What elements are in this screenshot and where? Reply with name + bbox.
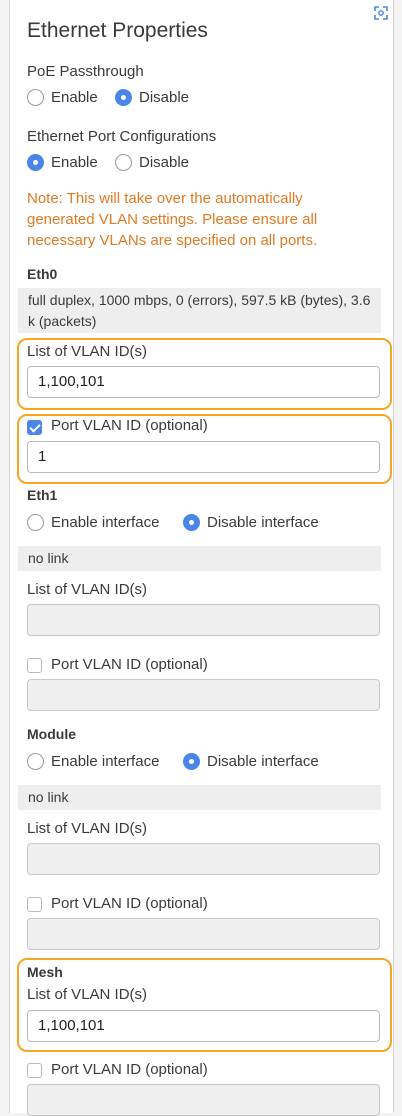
mesh-port-vlan-input[interactable] bbox=[27, 1084, 380, 1116]
module-vlan-label: List of VLAN ID(s) bbox=[27, 820, 148, 837]
mesh-heading: Mesh bbox=[27, 964, 63, 980]
eth1-heading: Eth1 bbox=[27, 487, 58, 503]
eth0-status: full duplex, 1000 mbps, 0 (errors), 597.… bbox=[18, 288, 381, 333]
eth0-vlan-label: List of VLAN ID(s) bbox=[27, 343, 148, 360]
port-config-label: Ethernet Port Configurations bbox=[27, 128, 217, 145]
port-config-disable-radio[interactable] bbox=[115, 154, 132, 171]
eth1-port-vlan-label[interactable]: Port VLAN ID (optional) bbox=[51, 656, 208, 673]
eth1-port-vlan-input[interactable] bbox=[27, 679, 380, 711]
module-port-vlan-label[interactable]: Port VLAN ID (optional) bbox=[51, 895, 208, 912]
poe-label: PoE Passthrough bbox=[27, 63, 144, 80]
eth0-heading: Eth0 bbox=[27, 266, 58, 282]
module-disable-label[interactable]: Disable interface bbox=[207, 753, 319, 770]
mesh-vlan-input[interactable]: 1,100,101 bbox=[27, 1010, 380, 1042]
module-port-vlan-checkbox[interactable] bbox=[27, 897, 42, 912]
eth0-port-vlan-input[interactable]: 1 bbox=[27, 441, 380, 473]
module-heading: Module bbox=[27, 726, 76, 742]
mesh-port-vlan-label[interactable]: Port VLAN ID (optional) bbox=[51, 1061, 208, 1078]
eth0-port-vlan-label[interactable]: Port VLAN ID (optional) bbox=[51, 417, 208, 434]
port-config-enable-label[interactable]: Enable bbox=[51, 154, 98, 171]
eth1-enable-radio[interactable] bbox=[27, 514, 44, 531]
eth0-port-vlan-checkbox[interactable] bbox=[27, 420, 42, 435]
eth1-vlan-label: List of VLAN ID(s) bbox=[27, 581, 148, 598]
port-config-disable-label[interactable]: Disable bbox=[139, 154, 189, 171]
poe-enable-radio[interactable] bbox=[27, 89, 44, 106]
eth1-enable-label[interactable]: Enable interface bbox=[51, 514, 159, 531]
eth1-port-vlan-checkbox[interactable] bbox=[27, 658, 42, 673]
panel-title: Ethernet Properties bbox=[27, 19, 208, 42]
poe-disable-label[interactable]: Disable bbox=[139, 89, 189, 106]
module-status: no link bbox=[18, 785, 381, 810]
poe-disable-radio[interactable] bbox=[115, 89, 132, 106]
eth1-disable-label[interactable]: Disable interface bbox=[207, 514, 319, 531]
port-config-enable-radio[interactable] bbox=[27, 154, 44, 171]
module-disable-radio[interactable] bbox=[183, 753, 200, 770]
eth1-vlan-input[interactable] bbox=[27, 604, 380, 636]
eth0-vlan-input[interactable]: 1,100,101 bbox=[27, 366, 380, 398]
module-port-vlan-input[interactable] bbox=[27, 918, 380, 950]
vlan-warning-note: Note: This will take over the automatica… bbox=[27, 190, 318, 249]
eth1-status: no link bbox=[18, 546, 381, 571]
mesh-vlan-label: List of VLAN ID(s) bbox=[27, 986, 148, 1003]
module-vlan-input[interactable] bbox=[27, 843, 380, 875]
poe-enable-label[interactable]: Enable bbox=[51, 89, 98, 106]
module-enable-radio[interactable] bbox=[27, 753, 44, 770]
expand-icon[interactable] bbox=[374, 6, 388, 20]
mesh-port-vlan-checkbox[interactable] bbox=[27, 1063, 42, 1078]
eth1-disable-radio[interactable] bbox=[183, 514, 200, 531]
module-enable-label[interactable]: Enable interface bbox=[51, 753, 159, 770]
